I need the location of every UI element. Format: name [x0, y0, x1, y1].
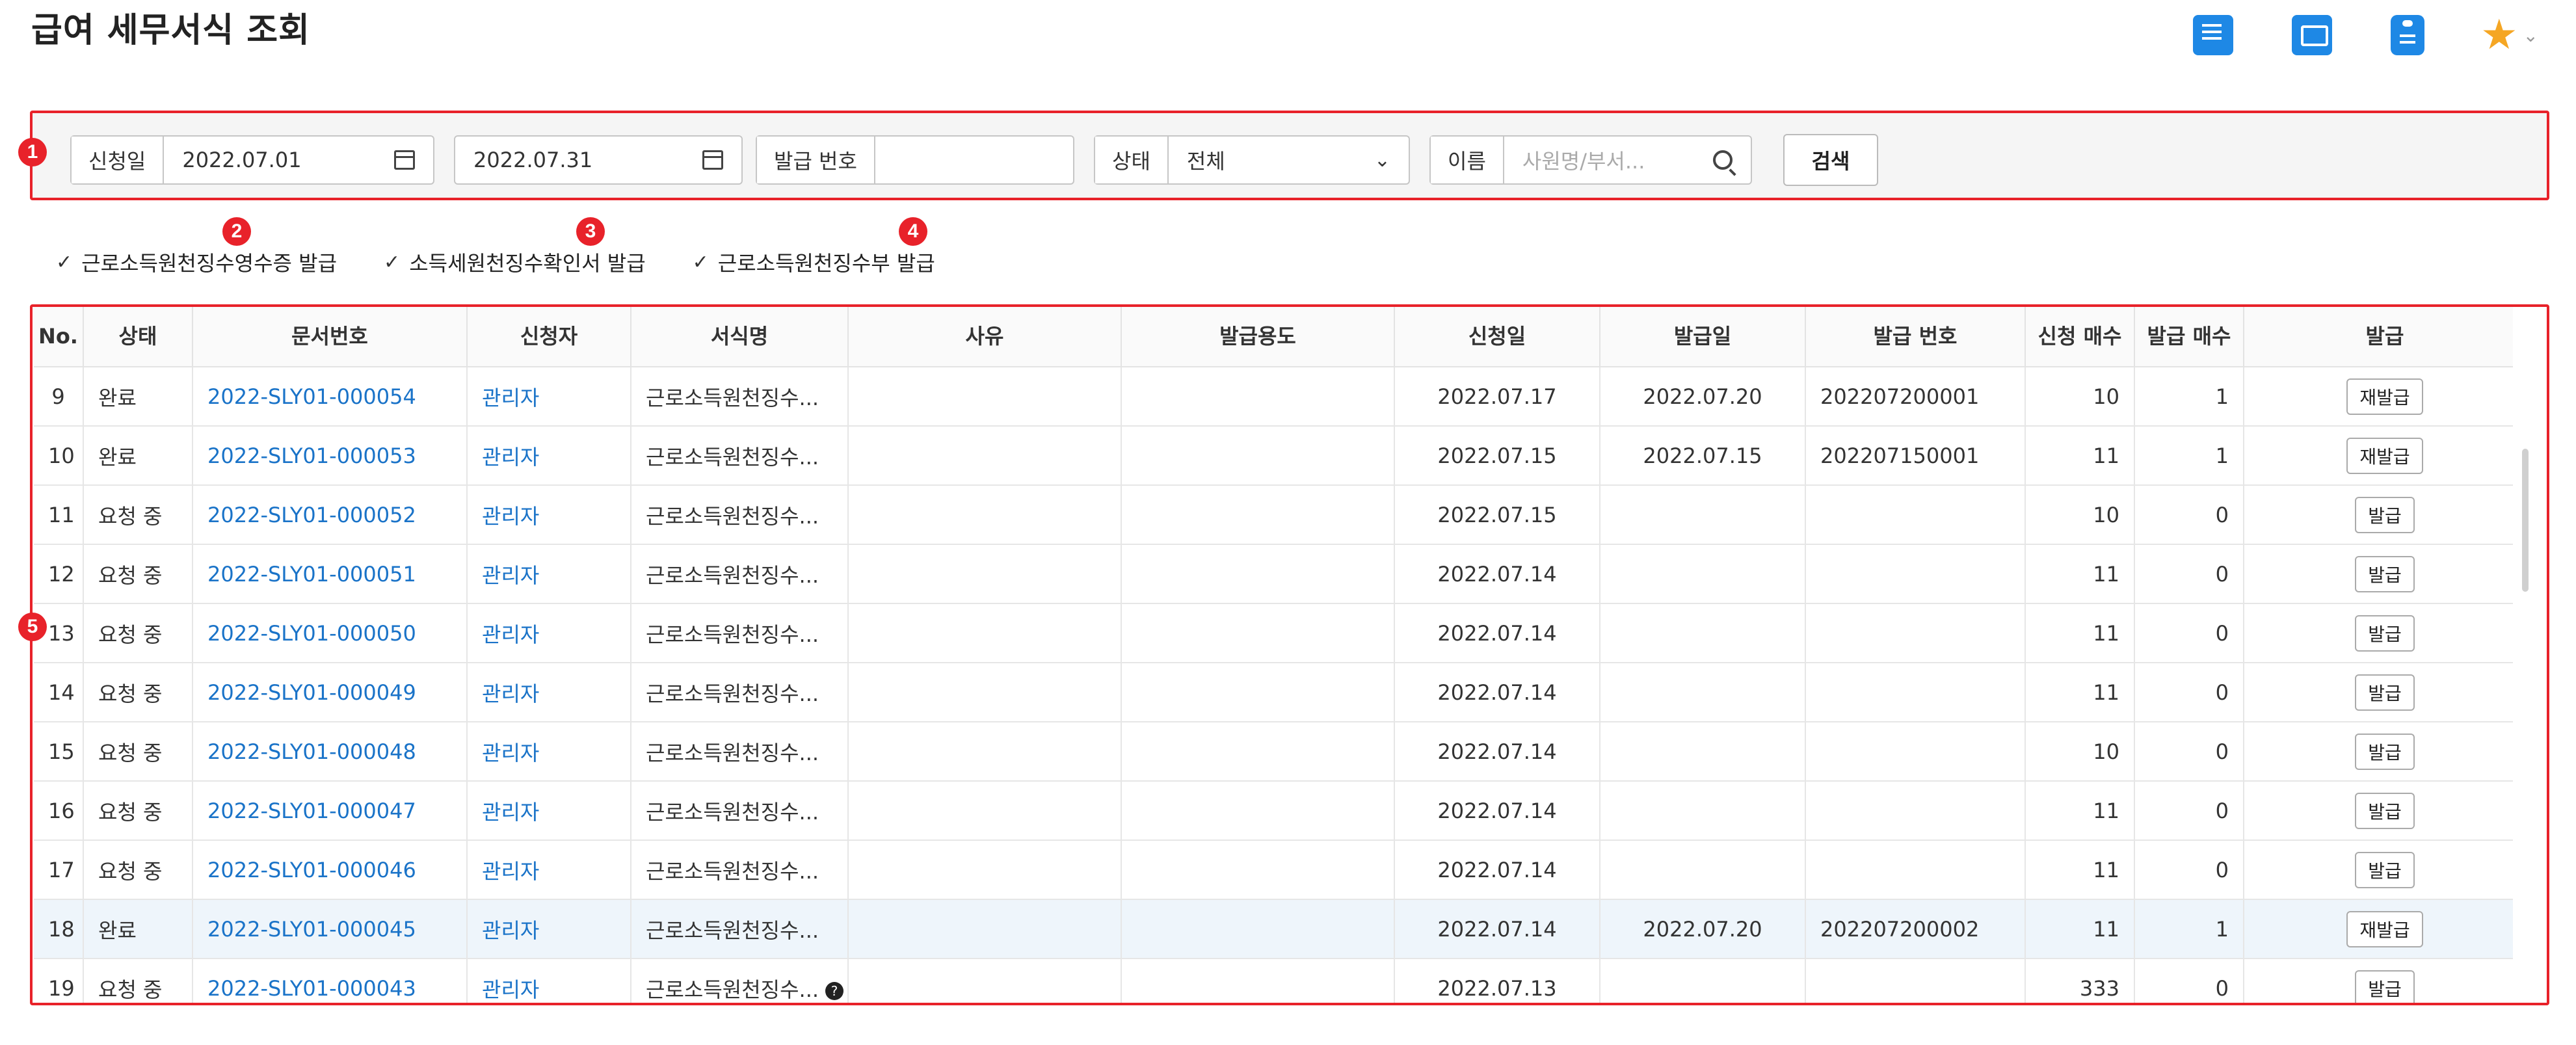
- issue-receipt-action[interactable]: ✓ 근로소득원천징수영수증 발급: [56, 247, 337, 277]
- annotation-badge-4: 4: [899, 217, 927, 246]
- check-icon: ✓: [56, 250, 73, 274]
- issue-withholding-ledger-label[interactable]: 근로소득원천징수부 발급: [718, 247, 935, 277]
- annotation-badge-1: 1: [18, 138, 47, 166]
- annotation-box-table: [30, 304, 2549, 1005]
- top-toolbar: ★ ⌄: [2134, 14, 2538, 56]
- check-icon: ✓: [384, 250, 401, 274]
- issue-actions: ✓ 근로소득원천징수영수증 발급 ✓ 소득세원천징수확인서 발급 ✓ 근로소득원…: [56, 247, 987, 277]
- annotation-box-filters: [30, 111, 2549, 200]
- issue-withholding-ledger-action[interactable]: ✓ 근로소득원천징수부 발급: [693, 247, 935, 277]
- issue-tax-confirmation-label[interactable]: 소득세원천징수확인서 발급: [409, 247, 645, 277]
- issue-receipt-label[interactable]: 근로소득원천징수영수증 발급: [81, 247, 337, 277]
- annotation-badge-5: 5: [18, 613, 47, 641]
- table-scrollbar[interactable]: [2522, 449, 2529, 592]
- page-title: 급여 세무서식 조회: [31, 11, 310, 50]
- annotation-badge-2: 2: [222, 217, 251, 246]
- message-icon[interactable]: [2292, 15, 2333, 55]
- issue-tax-confirmation-action[interactable]: ✓ 소득세원천징수확인서 발급: [384, 247, 646, 277]
- favorite-star-icon[interactable]: ★: [2480, 14, 2517, 56]
- clipboard-icon[interactable]: [2391, 15, 2425, 55]
- document-icon[interactable]: [2193, 15, 2234, 55]
- annotation-badge-3: 3: [576, 217, 605, 246]
- chevron-down-icon[interactable]: ⌄: [2523, 25, 2538, 46]
- check-icon: ✓: [692, 250, 709, 274]
- favorite-menu[interactable]: ★ ⌄: [2480, 14, 2538, 56]
